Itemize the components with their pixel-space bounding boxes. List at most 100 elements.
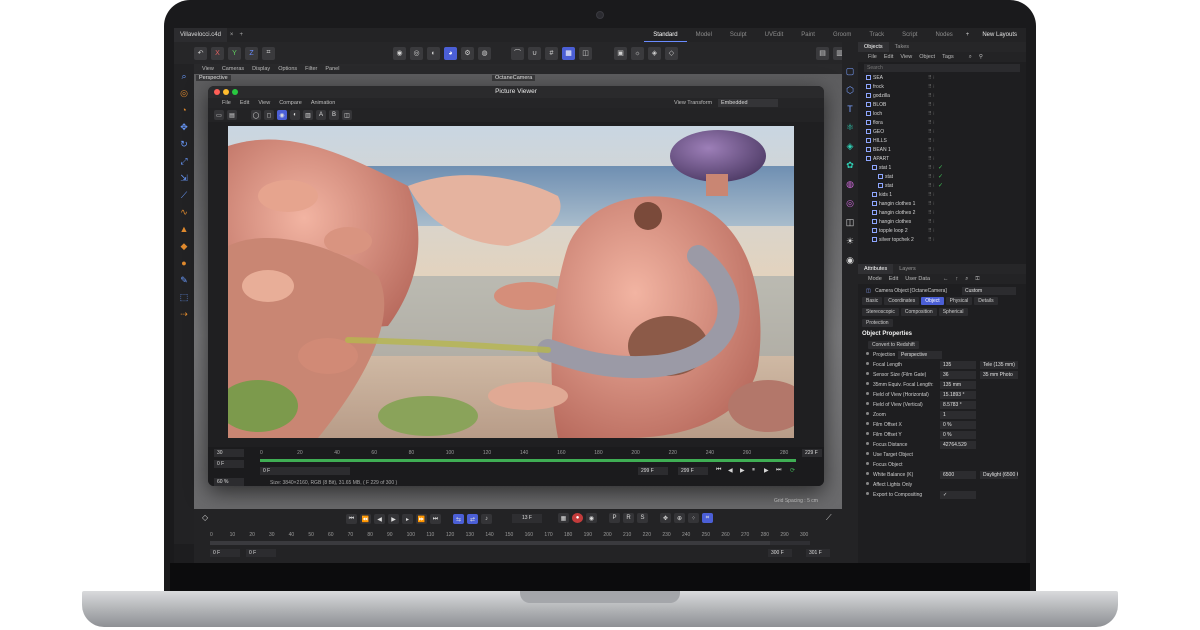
camera-icon[interactable]: ◫ [846, 217, 855, 228]
histogram-icon[interactable]: ▥ [303, 110, 313, 120]
object-row[interactable]: loch ⠿ ⁝ [858, 110, 1026, 119]
layout-tab-nodes[interactable]: Nodes [926, 28, 961, 42]
mograph-icon[interactable]: ✿ [846, 160, 854, 171]
search-icon[interactable]: ⌕ [969, 52, 972, 62]
animate-dot[interactable] [866, 462, 869, 465]
attr-menu-user-data[interactable]: User Data [905, 274, 930, 284]
object-row[interactable]: stat ⠿ ⁝ ✓ [858, 173, 1026, 182]
effector-icon[interactable]: ◍ [846, 179, 854, 190]
play-forward-icon[interactable]: ▶ [388, 514, 399, 524]
attribute-value-field[interactable]: 6500 [940, 471, 976, 479]
layout-tab-model[interactable]: Model [687, 28, 721, 42]
viewport-menu-filter[interactable]: Filter [305, 66, 317, 72]
attribute-preset-dropdown[interactable]: Daylight (6500 K) [980, 471, 1018, 479]
visibility-toggle[interactable]: ⠿ ⁝ [928, 146, 935, 155]
selection-icon[interactable]: ◔ [178, 104, 191, 116]
visibility-toggle[interactable]: ⠿ ⁝ [928, 227, 935, 236]
viewport-menu-panel[interactable]: Panel [325, 66, 339, 72]
deformer-icon[interactable]: ◈ [847, 141, 854, 152]
zoom-field[interactable]: 60 % [214, 478, 244, 486]
visibility-toggle[interactable]: ⠿ ⁝ [928, 92, 935, 101]
view-transform-dropdown[interactable]: Embedded [718, 99, 778, 107]
object-row[interactable]: BEAN 1 ⠿ ⁝ [858, 146, 1026, 155]
visibility-toggle[interactable]: ⠿ ⁝ [928, 164, 935, 173]
visibility-toggle[interactable]: ⠿ ⁝ [928, 128, 935, 137]
loop-mode-icon[interactable]: ⇆ [453, 514, 464, 524]
layout-tab-sculpt[interactable]: Sculpt [721, 28, 756, 42]
go-start-icon[interactable]: ⏮ [346, 514, 357, 524]
axis-lock-icon[interactable]: ◫ [579, 46, 592, 60]
file-tab[interactable]: Villavelocci.c4d [174, 28, 227, 42]
attribute-value-field[interactable]: 135 [940, 361, 976, 369]
key-interp-icon[interactable]: ⌗ [702, 513, 713, 523]
light-icon[interactable]: ☼ [631, 46, 644, 60]
objects-menu-object[interactable]: Object [919, 52, 935, 62]
animate-dot[interactable] [866, 402, 869, 405]
close-window-icon[interactable] [214, 89, 220, 95]
cube-icon[interactable]: ▢ [846, 66, 855, 77]
undo-icon[interactable]: ↶ [194, 46, 207, 60]
coordinate-icon[interactable]: ⌗ [262, 46, 275, 60]
rendered-image[interactable] [228, 126, 794, 438]
prop-tab-object[interactable]: Object [921, 297, 944, 305]
visibility-toggle[interactable]: ⠿ ⁝ [928, 209, 935, 218]
timeline-ruler[interactable]: 0 10 20 30 40 50 60 70 80 90 100 110 120 130 140 150 160… [210, 532, 810, 540]
viewport-menu-options[interactable]: Options [278, 66, 297, 72]
snap-icon[interactable]: ⌒ [511, 46, 524, 60]
primitive-icon[interactable]: ⬡ [846, 85, 854, 96]
visibility-toggle[interactable]: ⠿ ⁝ [928, 236, 935, 245]
object-row[interactable]: kids 1 ⠿ ⁝ [858, 191, 1026, 200]
position-key-icon[interactable]: P [609, 513, 620, 523]
prop-tab-composition[interactable]: Composition [900, 308, 937, 316]
timeline-end-a[interactable]: 300 F [768, 549, 792, 557]
live-selection-icon[interactable]: ◎ [178, 87, 191, 99]
pv-range-start[interactable]: 0 F [260, 467, 350, 475]
fit-icon[interactable]: ◉ [277, 110, 287, 120]
save-icon[interactable]: ▤ [227, 110, 237, 120]
range-icon[interactable]: ⇄ [467, 514, 478, 524]
visibility-toggle[interactable]: ⠿ ⁝ [928, 155, 935, 164]
object-row[interactable]: frock ⠿ ⁝ [858, 83, 1026, 92]
workplane-icon[interactable]: ▦ [562, 46, 575, 60]
attribute-value-field[interactable]: ✓ [940, 491, 976, 499]
visibility-toggle[interactable]: ⠿ ⁝ [928, 173, 935, 182]
brush-icon[interactable]: ✎ [178, 274, 191, 286]
animate-dot[interactable] [866, 482, 869, 485]
pv-menu-animation[interactable]: Animation [311, 100, 335, 106]
projection-dropdown[interactable]: Perspective [898, 351, 942, 359]
tab-attributes[interactable]: Attributes [858, 264, 894, 274]
scale-tool-icon[interactable]: ⤢ [178, 155, 191, 167]
prop-tab-protection[interactable]: Protection [862, 319, 893, 327]
edge-mode-icon[interactable]: ◆ [178, 240, 191, 252]
timeline-current-frame[interactable]: 13 F [512, 514, 542, 523]
objects-menu-file[interactable]: File [868, 52, 877, 62]
pv-menu-edit[interactable]: Edit [240, 100, 249, 106]
search-icon[interactable]: ⌕ [965, 274, 968, 284]
animate-dot[interactable] [866, 422, 869, 425]
visibility-toggle[interactable]: ⠿ ⁝ [928, 191, 935, 200]
next-key-icon[interactable]: ⏩ [416, 514, 427, 524]
enabled-check-icon[interactable]: ✓ [938, 182, 943, 191]
field-icon[interactable]: ◎ [846, 198, 854, 209]
add-layout-icon[interactable]: + [962, 32, 974, 38]
pv-menu-file[interactable]: File [222, 100, 231, 106]
prev-key-icon[interactable]: ⏪ [360, 514, 371, 524]
object-row[interactable]: APART ⠿ ⁝ [858, 155, 1026, 164]
attribute-value-field[interactable]: 42764.529 [940, 441, 976, 449]
object-row[interactable]: stat ⠿ ⁝ ✓ [858, 182, 1026, 191]
object-row[interactable]: stat 1 ⠿ ⁝ ✓ [858, 164, 1026, 173]
prop-tab-stereoscopic[interactable]: Stereoscopic [862, 308, 899, 316]
transform-icon[interactable]: ⇲ [178, 172, 191, 184]
animate-dot[interactable] [866, 382, 869, 385]
render-view-icon[interactable]: ◎ [410, 46, 423, 60]
new-layouts-menu[interactable]: New Layouts [973, 28, 1026, 42]
animate-dot[interactable] [866, 442, 869, 445]
fps-field[interactable]: 30 [214, 449, 244, 457]
lock-icon[interactable]: ⚿ [975, 274, 979, 284]
open-folder-icon[interactable]: ▭ [214, 110, 224, 120]
spline-pen-icon[interactable]: ∿ [178, 206, 191, 218]
timeline-end-b[interactable]: 301 F [806, 549, 830, 557]
visibility-toggle[interactable]: ⠿ ⁝ [928, 74, 935, 83]
attribute-value-field[interactable]: 36 [940, 371, 976, 379]
minimize-window-icon[interactable] [223, 89, 229, 95]
